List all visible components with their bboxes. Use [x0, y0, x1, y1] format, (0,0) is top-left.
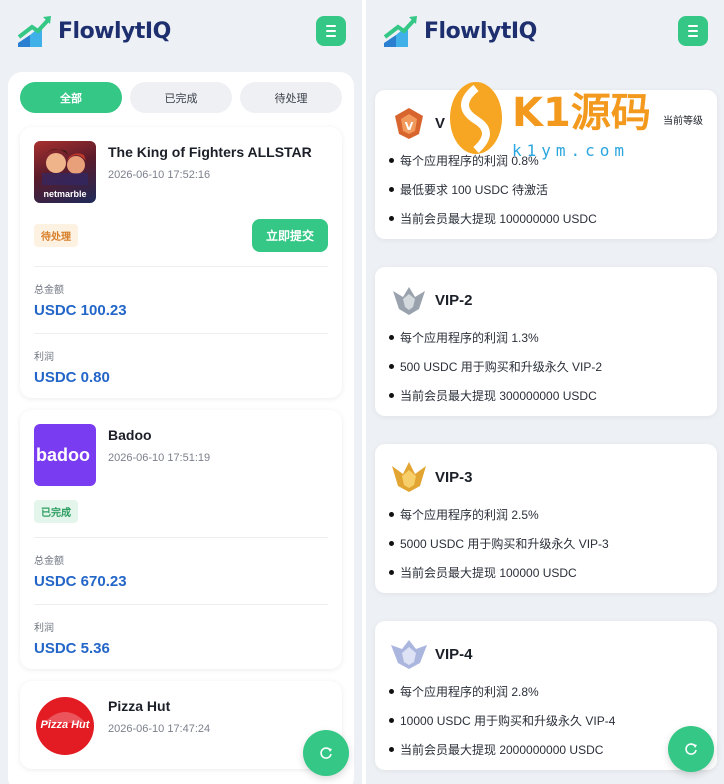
vip-name: V: [435, 114, 446, 132]
vip-1-badge-icon: V: [395, 108, 423, 139]
svg-text:V: V: [405, 120, 414, 133]
brand-name: FlowlytIQ: [58, 19, 171, 44]
total-amount-label: 总金额: [34, 556, 64, 567]
vip-level-card[interactable]: V V 当前等级 每个应用程序的利润 0.8% 最低要求 100 USDC 待激…: [375, 90, 717, 239]
brand-name-part1: Flowlyt: [424, 18, 511, 44]
brand-name-part2: IQ: [144, 18, 171, 44]
brand-name-part2: IQ: [510, 18, 537, 44]
tab-pending[interactable]: 待处理: [240, 82, 342, 113]
vip-benefit: 500 USDC 用于购买和升级永久 VIP-2: [389, 358, 703, 375]
app-image-badoo: badoo: [34, 424, 96, 486]
hamburger-menu-icon[interactable]: [678, 16, 708, 46]
badoo-caption: badoo: [36, 444, 90, 465]
vip-level-card[interactable]: VIP-4 每个应用程序的利润 2.8% 10000 USDC 用于购买和升级永…: [375, 621, 717, 770]
total-amount-value: USDC 670.23: [34, 573, 127, 590]
flowlytiq-logo-icon: [383, 16, 417, 47]
app-image-pizza-hut: Pizza Hut: [34, 695, 96, 757]
profit-value: USDC 0.80: [34, 369, 110, 386]
vip-name: VIP-2: [435, 291, 473, 309]
current-level-label: 当前等级: [663, 116, 703, 127]
profit-value: USDC 5.36: [34, 640, 110, 657]
vip-name: VIP-3: [435, 468, 473, 486]
vip-benefit: 最低要求 100 USDC 待激活: [389, 181, 703, 198]
hamburger-menu-icon[interactable]: [316, 16, 346, 46]
brand-logo[interactable]: FlowlytIQ: [382, 13, 537, 49]
status-badge: 已完成: [34, 500, 78, 523]
vip-4-badge-icon: [391, 640, 427, 669]
brand-logo[interactable]: FlowlytIQ: [16, 13, 171, 49]
profit-label: 利润: [34, 623, 54, 634]
vip-2-badge-icon: [393, 287, 425, 315]
order-time: 2026-06-10 17:51:19: [108, 452, 211, 464]
submit-now-button[interactable]: 立即提交: [251, 219, 328, 252]
divider: [34, 266, 328, 267]
vip-benefit: 5000 USDC 用于购买和升级永久 VIP-3: [389, 535, 703, 552]
tab-completed[interactable]: 已完成: [130, 82, 232, 113]
vip-benefit: 每个应用程序的利润 2.8%: [389, 683, 703, 700]
order-card: netmarble The King of Fighters ALLSTAR 2…: [20, 127, 342, 398]
vip-benefit: 当前会员最大提现 2000000000 USDC: [389, 741, 703, 758]
app-name: Pizza Hut: [108, 698, 171, 714]
netmarble-caption: netmarble: [43, 189, 87, 199]
vip-benefit: 每个应用程序的利润 1.3%: [389, 329, 703, 346]
app-name: The King of Fighters ALLSTAR: [108, 144, 312, 160]
vip-benefit: 当前会员最大提现 300000000 USDC: [389, 387, 703, 404]
order-card: Pizza Hut Pizza Hut 2026-06-10 17:47:24: [20, 681, 342, 769]
total-amount-value: USDC 100.23: [34, 302, 127, 319]
total-amount-label: 总金额: [34, 285, 64, 296]
brand-name-part1: Flowlyt: [58, 18, 145, 44]
vip-benefit: 每个应用程序的利润 0.8%: [389, 152, 703, 169]
tab-all[interactable]: 全部: [20, 82, 122, 113]
vip-benefit: 当前会员最大提现 100000 USDC: [389, 564, 703, 581]
vip-benefit: 当前会员最大提现 100000000 USDC: [389, 210, 703, 227]
profit-label: 利润: [34, 352, 54, 363]
top-bar: FlowlytIQ: [0, 0, 362, 62]
orders-pane: FlowlytIQ 全部 已完成 待处理 netmarble The King …: [0, 0, 362, 784]
vip-benefit: 每个应用程序的利润 2.5%: [389, 506, 703, 523]
divider: [34, 604, 328, 605]
app-name: Badoo: [108, 427, 152, 443]
vip-name: VIP-4: [435, 645, 473, 663]
order-filter-tabs: 全部 已完成 待处理: [20, 82, 342, 113]
status-badge: 待处理: [34, 224, 78, 247]
vip-level-card[interactable]: VIP-2 每个应用程序的利润 1.3% 500 USDC 用于购买和升级永久 …: [375, 267, 717, 416]
order-time: 2026-06-10 17:47:24: [108, 723, 211, 735]
vip-pane: FlowlytIQ V V 当前等级 每个应用程序的利润 0.8% 最低要求 1…: [366, 0, 724, 784]
support-refresh-icon[interactable]: [668, 726, 714, 772]
brand-name: FlowlytIQ: [424, 19, 537, 44]
vip-3-badge-icon: [392, 462, 426, 492]
support-refresh-icon[interactable]: [303, 730, 349, 776]
app-image-kof: netmarble: [34, 141, 96, 203]
vip-benefit: 10000 USDC 用于购买和升级永久 VIP-4: [389, 712, 703, 729]
flowlytiq-logo-icon: [17, 16, 51, 47]
top-bar: FlowlytIQ: [366, 0, 724, 62]
pizza-hut-caption: Pizza Hut: [40, 719, 90, 731]
order-card: badoo Badoo 2026-06-10 17:51:19 已完成 总金额 …: [20, 410, 342, 669]
order-time: 2026-06-10 17:52:16: [108, 169, 211, 181]
vip-level-card[interactable]: VIP-3 每个应用程序的利润 2.5% 5000 USDC 用于购买和升级永久…: [375, 444, 717, 593]
divider: [34, 537, 328, 538]
divider: [34, 333, 328, 334]
order-list-container: 全部 已完成 待处理 netmarble The King of Fighter…: [8, 72, 354, 784]
